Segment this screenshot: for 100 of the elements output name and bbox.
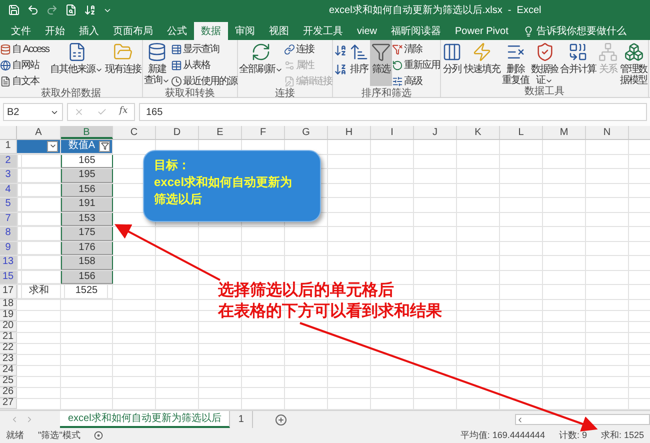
ribbon-menu-item[interactable]: 最近使用的源: [171, 74, 238, 88]
column-header[interactable]: H: [328, 126, 371, 139]
ribbon-button[interactable]: 全部刷新: [238, 40, 284, 86]
ribbon-button[interactable]: 快速填充: [463, 40, 502, 86]
row-header[interactable]: 25: [0, 376, 17, 386]
ribbon-button[interactable]: 合并计算: [559, 40, 598, 86]
ribbon-menu-item[interactable]: 连接: [284, 42, 332, 56]
ribbon-tab[interactable]: 插入: [72, 22, 106, 40]
filter-applied-button[interactable]: [99, 140, 110, 152]
column-header[interactable]: F: [242, 126, 285, 139]
add-sheet-icon[interactable]: [274, 414, 287, 426]
ribbon-menu-item[interactable]: 自 Access: [0, 42, 50, 56]
formula-input[interactable]: 165: [139, 103, 647, 121]
ribbon-tab[interactable]: 开发工具: [296, 22, 350, 40]
ribbon-menu-item[interactable]: 从表格: [171, 58, 238, 72]
row-header[interactable]: 3: [0, 169, 17, 182]
ribbon-button[interactable]: 自其他来源: [49, 40, 104, 86]
table-cell[interactable]: 求和: [17, 285, 61, 298]
ribbon-tab[interactable]: Power Pivot: [448, 22, 516, 40]
row-header[interactable]: 1: [0, 140, 17, 154]
row-header[interactable]: 13: [0, 256, 17, 270]
ribbon-button[interactable]: 现有连接: [104, 40, 142, 86]
column-header[interactable]: M: [543, 126, 586, 139]
ribbon-button[interactable]: 分列: [441, 40, 464, 86]
sort-descending-button[interactable]: [334, 63, 348, 76]
sort-icon[interactable]: [84, 4, 96, 16]
ribbon-tab[interactable]: 数据: [194, 22, 228, 40]
ribbon-menu-item[interactable]: 自网站: [0, 58, 50, 72]
ribbon-tab[interactable]: 公式: [160, 22, 194, 40]
ribbon-tab[interactable]: 文件: [4, 22, 38, 40]
ribbon-button[interactable]: 排序: [348, 40, 370, 86]
table-cell[interactable]: 195: [61, 169, 113, 182]
column-header[interactable]: C: [113, 126, 156, 139]
ribbon-tab[interactable]: 审阅: [228, 22, 262, 40]
ribbon-button[interactable]: 数据验 证: [530, 40, 560, 86]
row-header[interactable]: 26: [0, 388, 17, 398]
cancel-icon[interactable]: [74, 107, 84, 117]
ribbon-menu-item[interactable]: 重新应用: [392, 58, 440, 72]
row-header[interactable]: 5: [0, 198, 17, 212]
row-header[interactable]: 23: [0, 354, 17, 364]
column-header[interactable]: J: [414, 126, 457, 139]
column-header[interactable]: I: [371, 126, 414, 139]
row-header[interactable]: 9: [0, 242, 17, 255]
table-cell[interactable]: 1525: [61, 285, 113, 298]
tell-me-search[interactable]: 告诉我你想要做什么: [523, 22, 626, 40]
row-header[interactable]: 17: [0, 285, 17, 298]
function-label[interactable]: fx: [119, 105, 128, 119]
sheet-tab[interactable]: excel求和如何自动更新为筛选以后: [60, 411, 230, 428]
row-header[interactable]: 22: [0, 344, 17, 354]
row-header[interactable]: 2: [0, 154, 17, 168]
ribbon-menu-item[interactable]: 显示查询: [171, 42, 238, 56]
row-header[interactable]: 21: [0, 332, 17, 342]
row-header[interactable]: 8: [0, 227, 17, 240]
ribbon-menu-item[interactable]: 自文本: [0, 74, 50, 88]
table-cell[interactable]: 175: [61, 227, 113, 240]
column-header[interactable]: E: [199, 126, 242, 139]
sort-ascending-button[interactable]: [334, 44, 348, 57]
column-header[interactable]: K: [457, 126, 500, 139]
row-header[interactable]: 20: [0, 322, 17, 332]
ribbon-menu-item[interactable]: 高级: [392, 74, 440, 88]
scroll-left-icon[interactable]: [516, 416, 524, 424]
filter-dropdown-button[interactable]: [47, 140, 58, 152]
ribbon-tab[interactable]: 视图: [262, 22, 296, 40]
table-cell[interactable]: 176: [61, 242, 113, 255]
ribbon-button[interactable]: 新建 查询: [143, 40, 172, 86]
row-header[interactable]: 24: [0, 366, 17, 376]
print-preview-icon[interactable]: [65, 4, 77, 16]
ribbon-tab[interactable]: 福昕阅读器: [384, 22, 448, 40]
ribbon-tab[interactable]: 页面布局: [106, 22, 160, 40]
enter-icon[interactable]: [96, 107, 107, 117]
row-header[interactable]: 27: [0, 398, 17, 408]
ribbon-tab[interactable]: view: [350, 22, 384, 40]
column-header[interactable]: B: [61, 126, 113, 139]
table-cell[interactable]: 153: [61, 212, 113, 226]
row-header[interactable]: 15: [0, 270, 17, 284]
column-header[interactable]: L: [500, 126, 543, 139]
horizontal-scrollbar[interactable]: [515, 414, 650, 425]
macro-record-icon[interactable]: [94, 431, 104, 440]
table-cell[interactable]: 191: [61, 198, 113, 212]
undo-icon[interactable]: [27, 4, 39, 16]
next-sheet-icon[interactable]: [25, 415, 34, 424]
row-header[interactable]: 18: [0, 300, 17, 310]
ribbon-menu-item[interactable]: 清除: [392, 42, 440, 56]
table-cell[interactable]: 158: [61, 256, 113, 270]
name-box[interactable]: B2: [3, 103, 63, 121]
table-cell[interactable]: 165: [61, 154, 113, 168]
table-cell[interactable]: 156: [61, 184, 113, 197]
ribbon-tab[interactable]: 开始: [38, 22, 72, 40]
row-header[interactable]: 19: [0, 310, 17, 320]
table-cell[interactable]: 156: [61, 270, 113, 284]
previous-sheet-icon[interactable]: [10, 415, 19, 424]
ribbon-button[interactable]: 管理数 据模型: [619, 40, 648, 86]
column-header[interactable]: G: [285, 126, 328, 139]
ribbon-button[interactable]: 筛选: [370, 40, 392, 86]
row-header[interactable]: 4: [0, 184, 17, 197]
ribbon-button[interactable]: 删除 重复值: [501, 40, 530, 86]
row-header[interactable]: 7: [0, 212, 17, 226]
column-header[interactable]: N: [586, 126, 629, 139]
column-header[interactable]: D: [156, 126, 199, 139]
save-icon[interactable]: [8, 4, 20, 16]
